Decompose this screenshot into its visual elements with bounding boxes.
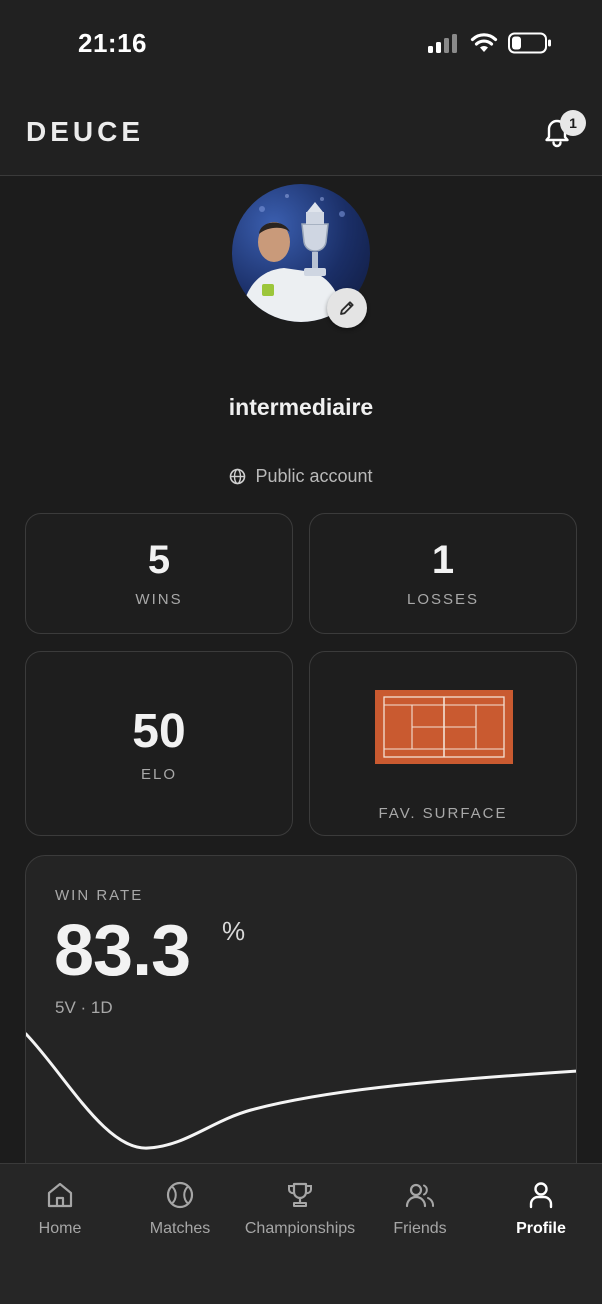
account-visibility-label: Public account <box>255 466 373 486</box>
app-header: DEUCE 1 <box>0 90 602 176</box>
win-rate-card: WIN RATE 83.3 % 5V · 1D <box>25 855 577 1195</box>
status-time: 21:16 <box>78 28 147 58</box>
wins-value: 5 <box>147 538 171 582</box>
username: intermediaire <box>228 394 374 420</box>
fav-surface-card: FAV. SURFACE <box>309 651 577 836</box>
bottom-nav: Home Matches Championships Friends Profi… <box>0 1163 602 1304</box>
clay-court-icon <box>375 690 513 764</box>
wins-label: WINS <box>135 591 183 608</box>
account-visibility: Public account <box>0 466 602 487</box>
wifi-icon <box>470 33 498 52</box>
nav-friends[interactable]: Friends <box>360 1180 480 1238</box>
nav-championships[interactable]: Championships <box>240 1180 360 1238</box>
elo-label: ELO <box>140 766 177 783</box>
nav-profile-label: Profile <box>516 1220 566 1237</box>
nav-profile[interactable]: Profile <box>481 1180 601 1238</box>
win-rate-value: 83.3 <box>54 911 191 991</box>
friends-icon <box>405 1183 434 1208</box>
status-bar: 21:16 <box>0 0 602 90</box>
win-loss-record: 5V · 1D <box>55 998 113 1017</box>
pencil-icon <box>340 301 354 315</box>
losses-value: 1 <box>431 538 455 582</box>
elo-card: 50 ELO <box>25 651 293 836</box>
losses-label: LOSSES <box>406 591 480 608</box>
signal-icon <box>428 34 457 53</box>
nav-matches[interactable]: Matches <box>120 1180 240 1238</box>
edit-avatar-button[interactable] <box>327 288 367 328</box>
win-rate-unit: % <box>222 916 246 946</box>
losses-card: 1 LOSSES <box>309 513 577 634</box>
notification-badge: 1 <box>560 110 586 136</box>
trophy-icon <box>288 1182 312 1207</box>
elo-value: 50 <box>132 705 186 758</box>
home-icon <box>47 1182 73 1208</box>
tennis-ball-icon <box>166 1181 194 1209</box>
profile-avatar-container <box>232 184 370 328</box>
nav-home-label: Home <box>38 1220 82 1237</box>
battery-icon <box>508 32 551 54</box>
globe-icon <box>230 468 246 485</box>
fav-surface-label: FAV. SURFACE <box>378 805 508 822</box>
nav-championships-label: Championships <box>244 1220 356 1237</box>
wins-card: 5 WINS <box>25 513 293 634</box>
profile-icon <box>529 1182 553 1209</box>
win-rate-label: WIN RATE <box>55 887 144 904</box>
nav-home[interactable]: Home <box>0 1180 120 1238</box>
status-icons <box>428 32 552 54</box>
brand-logo: DEUCE <box>26 116 145 147</box>
nav-matches-label: Matches <box>149 1220 211 1237</box>
nav-friends-label: Friends <box>393 1220 447 1237</box>
